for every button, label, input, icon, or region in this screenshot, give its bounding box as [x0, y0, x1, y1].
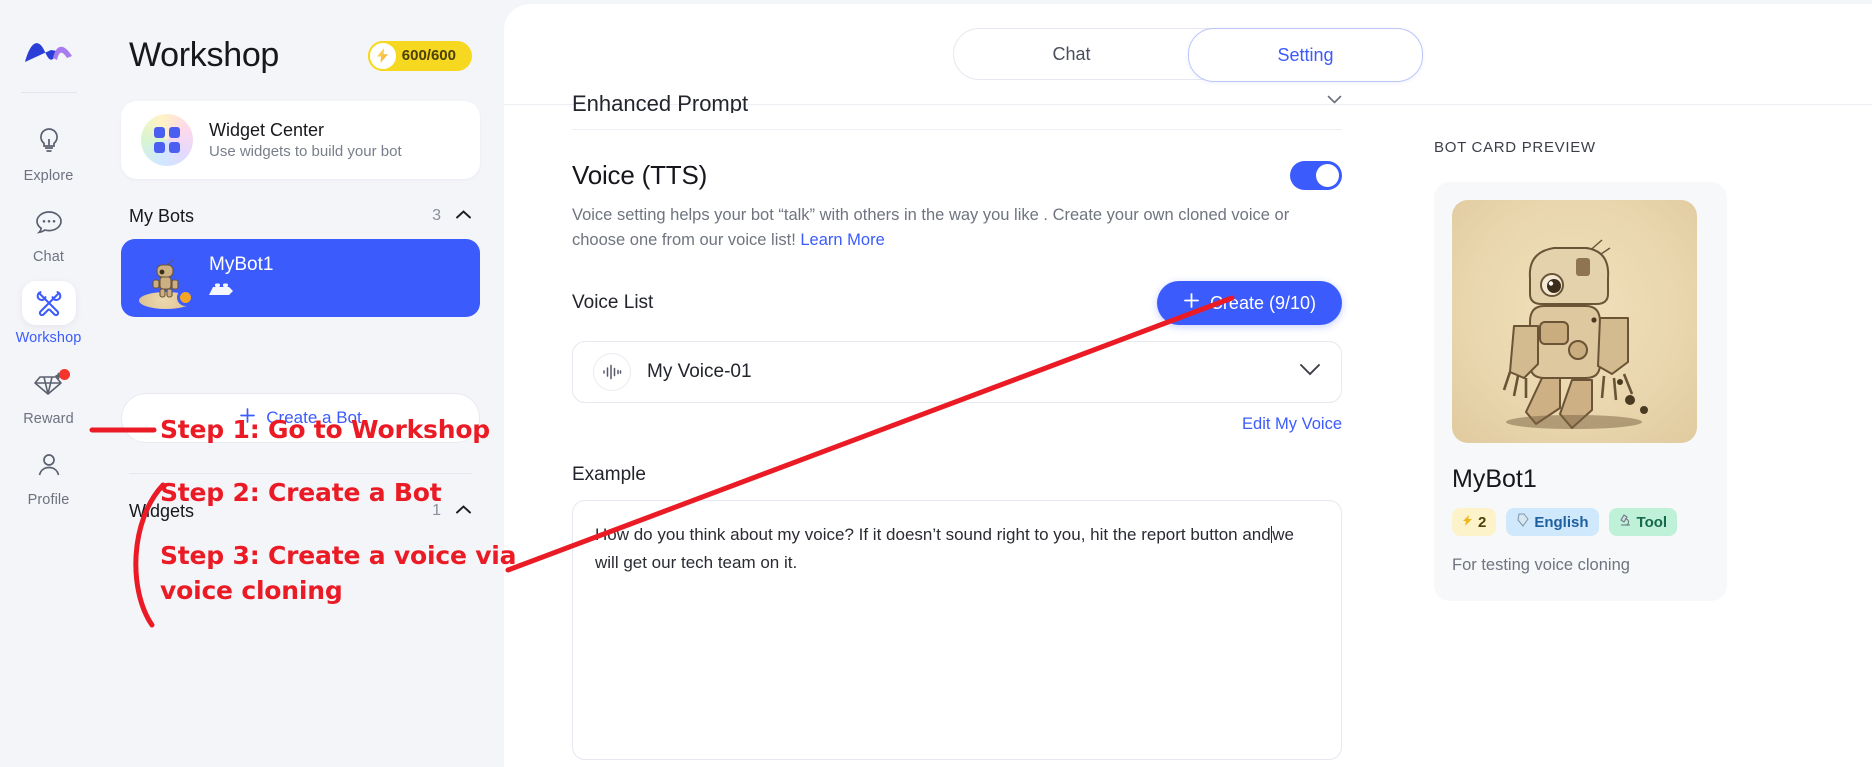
sidebar-item-workshop[interactable]: Workshop [15, 281, 82, 346]
notification-badge-dot [58, 369, 70, 380]
voice-list-row: Voice List Create (9/10) [572, 281, 1342, 326]
sidebar-item-label: Explore [23, 168, 74, 184]
preview-bot-name: MyBot1 [1452, 465, 1537, 493]
voice-list-label: Voice List [572, 292, 654, 314]
lightbulb-icon [22, 119, 76, 163]
brick-icon [209, 281, 273, 302]
workshop-header: Workshop 600/600 [121, 0, 480, 75]
widget-center-title: Widget Center [209, 120, 325, 140]
status-badge [177, 289, 194, 306]
voice-tts-toggle[interactable] [1290, 161, 1342, 190]
example-textarea[interactable]: How do you think about my voice? If it d… [572, 500, 1342, 761]
my-bots-count: 3 [432, 207, 441, 224]
credits-badge[interactable]: 600/600 [367, 40, 472, 71]
edit-my-voice-link[interactable]: Edit My Voice [1242, 415, 1342, 434]
plus-icon [239, 407, 256, 429]
chevron-up-icon[interactable] [455, 207, 472, 225]
create-voice-label: Create (9/10) [1209, 292, 1316, 313]
chat-bubble-icon [22, 200, 76, 244]
section-divider [572, 129, 1342, 130]
main-content-panel: Chat Setting Enhanced Prompt Voice (TTS) [504, 4, 1872, 767]
sidebar-item-explore[interactable]: Explore [18, 119, 80, 184]
diamond-icon [22, 362, 76, 406]
waveform-icon [593, 353, 631, 392]
language-chip-label: English [1534, 513, 1589, 531]
status-badge-credits: 2 [1452, 508, 1497, 536]
tool-chip-label: Tool [1636, 513, 1668, 531]
my-bots-title: My Bots [129, 205, 195, 226]
create-a-bot-button[interactable]: Create a Bot [121, 393, 480, 443]
brand-wave-logo-icon[interactable] [23, 36, 75, 70]
microscope-icon [1619, 513, 1632, 531]
enhanced-prompt-label: Enhanced Prompt [572, 91, 749, 113]
widgets-title: Widgets [129, 500, 195, 521]
edit-my-voice-row: Edit My Voice [572, 415, 1342, 434]
main-body: Enhanced Prompt Voice (TTS) Voice settin… [504, 91, 1872, 767]
bot-card-preview-label: BOT CARD PREVIEW [1434, 139, 1596, 156]
sidebar-item-chat[interactable]: Chat [18, 200, 80, 265]
sidebar-item-reward[interactable]: Reward [18, 362, 80, 427]
tools-icon [21, 281, 76, 325]
create-a-bot-label: Create a Bot [266, 408, 362, 427]
widget-grid-icon [141, 114, 193, 166]
voice-tts-header: Voice (TTS) [572, 160, 1342, 191]
my-bots-section-header[interactable]: My Bots 3 [121, 201, 480, 231]
bot-card-preview: MyBot1 2 English Tool For testing voice … [1434, 182, 1727, 601]
settings-column: Enhanced Prompt Voice (TTS) Voice settin… [504, 91, 1404, 767]
lightning-bolt-icon [367, 40, 398, 71]
preview-column: BOT CARD PREVIEW MyBot1 2 English Tool F… [1404, 105, 1872, 767]
sidebar-item-profile[interactable]: Profile [18, 443, 80, 508]
rail-divider [20, 92, 77, 93]
example-label: Example [572, 464, 646, 486]
tab-group: Chat Setting [953, 28, 1423, 82]
learn-more-link[interactable]: Learn More [800, 231, 884, 249]
workshop-panel: Workshop 600/600 Widget Center Use widge… [97, 0, 504, 767]
enhanced-prompt-section-header[interactable]: Enhanced Prompt [572, 91, 1342, 113]
voice-tts-description-text: Voice setting helps your bot “talk” with… [572, 206, 1290, 250]
credits-value: 600/600 [401, 47, 456, 64]
avatar [139, 251, 194, 309]
widgets-count: 1 [432, 502, 441, 519]
widget-center-card[interactable]: Widget Center Use widgets to build your … [121, 101, 480, 179]
sidebar-item-label: Reward [23, 411, 74, 427]
bot-name: MyBot1 [209, 254, 274, 275]
tab-chat[interactable]: Chat [954, 29, 1189, 79]
chevron-down-icon[interactable] [1327, 91, 1342, 109]
sidebar-item-label: Workshop [15, 330, 82, 346]
preview-bot-description: For testing voice cloning [1452, 556, 1630, 574]
create-voice-button[interactable]: Create (9/10) [1156, 281, 1342, 326]
status-badge-tool: Tool [1608, 508, 1678, 536]
voice-tts-description: Voice setting helps your bot “talk” with… [572, 203, 1342, 253]
preview-chips: 2 English Tool [1452, 508, 1709, 536]
voice-select-value: My Voice-01 [647, 361, 752, 383]
lightning-bolt-icon [1462, 514, 1473, 531]
tab-setting[interactable]: Setting [1188, 28, 1423, 82]
chevron-down-icon[interactable] [1299, 363, 1321, 381]
app-root: Explore Chat Workshop Reward Profile Wor… [0, 0, 1872, 767]
robot-illustration-icon [1452, 200, 1697, 443]
panel-divider [129, 473, 472, 474]
widgets-section-header[interactable]: Widgets 1 [121, 496, 480, 526]
voice-select[interactable]: My Voice-01 [572, 341, 1342, 404]
page-title: Workshop [129, 36, 280, 74]
sidebar-item-label: Chat [32, 249, 65, 265]
sidebar-item-label: Profile [27, 492, 70, 508]
credits-chip-label: 2 [1478, 513, 1487, 531]
person-icon [22, 443, 76, 487]
bot-list-item-mybot1[interactable]: MyBot1 [121, 239, 480, 317]
tabs-bar: Chat Setting [504, 4, 1872, 105]
plus-icon [1183, 292, 1200, 314]
widget-center-subtitle: Use widgets to build your bot [209, 143, 402, 160]
voice-tts-title: Voice (TTS) [572, 160, 708, 190]
example-text-before-caret: How do you think about my voice? If it d… [595, 525, 1271, 545]
status-badge-language: English [1506, 508, 1599, 536]
chevron-up-icon[interactable] [455, 502, 472, 520]
left-nav-rail: Explore Chat Workshop Reward Profile [0, 0, 97, 767]
tag-icon [1516, 513, 1529, 531]
